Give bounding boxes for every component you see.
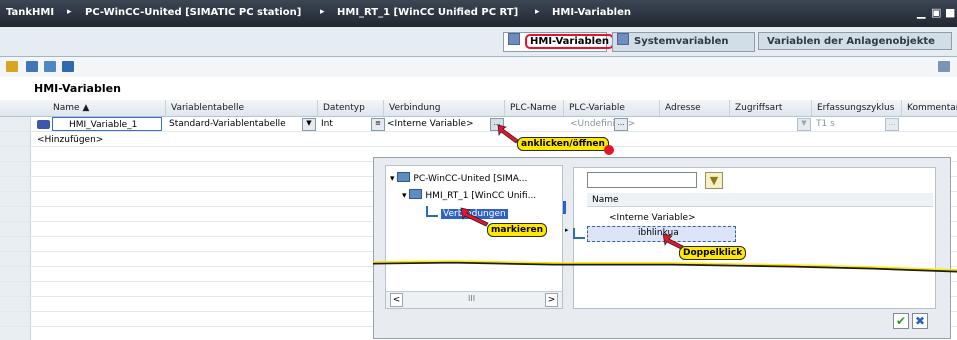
hmi-device-icon bbox=[409, 189, 423, 199]
breadcrumb-device[interactable]: HMI_RT_1 [WinCC Unified PC RT] bbox=[337, 7, 518, 18]
callout-mark: markieren bbox=[487, 223, 548, 237]
editor-tabs: HMI-Variablen Systemvariablen Variablen … bbox=[0, 27, 957, 57]
tab-systemvariablen[interactable]: Systemvariablen bbox=[612, 32, 755, 52]
tab-anlagenobjekte[interactable]: Variablen der Anlagenobjekte bbox=[758, 32, 952, 50]
sort-ascending-icon: ▲ bbox=[82, 103, 90, 113]
datatype-picker-icon[interactable]: ≡ bbox=[371, 118, 385, 131]
connections-icon bbox=[426, 206, 438, 217]
red-dot-marker bbox=[604, 145, 614, 155]
breadcrumb-project[interactable]: TankHMI bbox=[6, 7, 54, 18]
pc-station-icon bbox=[397, 172, 411, 182]
row-divider bbox=[0, 131, 957, 132]
maximize-icon[interactable]: ■ bbox=[945, 6, 955, 19]
connection-item-icon bbox=[573, 228, 585, 239]
column-header-name[interactable]: Name ▲ bbox=[48, 100, 166, 116]
row-divider bbox=[0, 146, 957, 147]
arrow-pointer-icon bbox=[497, 124, 519, 144]
column-header-plc-variable[interactable]: PLC-Variable bbox=[564, 100, 660, 116]
connection-icon[interactable] bbox=[62, 61, 74, 72]
column-header-connection[interactable]: Verbindung bbox=[384, 100, 505, 116]
tree-node-device[interactable]: ▾ HMI_RT_1 [WinCC Unifi... bbox=[402, 189, 536, 201]
column-header-cycle[interactable]: Erfassungszyklus bbox=[812, 100, 902, 116]
callout-open: anklicken/öffnen bbox=[517, 137, 609, 151]
arrow-pointer-icon bbox=[460, 207, 489, 227]
breadcrumb-separator: ▸ bbox=[67, 7, 72, 17]
tear-line bbox=[373, 260, 957, 273]
connection-tree: ▾ PC-WinCC-United [SIMA... ▾ HMI_RT_1 [W… bbox=[385, 165, 563, 309]
filter-input[interactable] bbox=[587, 172, 697, 188]
restore-icon[interactable]: ▣ bbox=[931, 6, 941, 19]
expand-arrow-icon[interactable]: ▾ bbox=[390, 174, 395, 184]
variable-icon bbox=[37, 120, 50, 129]
dropdown-arrow-icon[interactable]: ▼ bbox=[797, 118, 811, 131]
tab-hmi-variablen[interactable]: HMI-Variablen bbox=[503, 32, 614, 52]
panel-toggle-icon[interactable] bbox=[938, 61, 950, 72]
tree-node-station[interactable]: ▾ PC-WinCC-United [SIMA... bbox=[390, 172, 527, 184]
column-header-access[interactable]: Zugriffsart bbox=[730, 100, 812, 116]
variable-name-field[interactable]: HMI_Variable_1 bbox=[52, 117, 162, 131]
expand-arrow-icon[interactable]: ▾ bbox=[402, 191, 407, 201]
add-row[interactable]: <Hinzufügen> bbox=[37, 133, 103, 147]
export-icon[interactable] bbox=[44, 61, 56, 72]
minimize-icon[interactable]: ▁ bbox=[917, 6, 925, 19]
scroll-right-icon[interactable]: > bbox=[545, 293, 558, 307]
filter-icon[interactable]: ▼ bbox=[705, 172, 723, 189]
breadcrumb-separator: ▸ bbox=[320, 7, 325, 17]
cycle-cell: T1 s bbox=[816, 119, 835, 129]
plc-variable-browse-button[interactable]: ... bbox=[614, 118, 628, 131]
column-header-plc-name[interactable]: PLC-Name bbox=[505, 100, 564, 116]
splitter-arrow-icon[interactable]: ▸ bbox=[565, 226, 569, 234]
arrow-pointer-icon bbox=[662, 233, 684, 250]
connection-cell: <Interne Variable> bbox=[387, 119, 474, 129]
table-icon bbox=[617, 33, 629, 45]
scrollbar-thumb[interactable]: III bbox=[468, 294, 475, 303]
confirm-check-icon[interactable]: ✔ bbox=[893, 313, 909, 329]
cycle-browse-button[interactable]: ... bbox=[885, 118, 899, 131]
horizontal-scrollbar[interactable]: < III > bbox=[386, 291, 562, 308]
connection-list: ▼ Name <Interne Variable> ibhlinkua bbox=[573, 167, 936, 309]
dropdown-arrow-icon[interactable]: ▼ bbox=[302, 118, 316, 131]
cancel-x-icon[interactable]: ✖ bbox=[912, 313, 928, 329]
add-variable-icon[interactable] bbox=[6, 61, 18, 72]
column-header-datatype[interactable]: Datentyp bbox=[318, 100, 384, 116]
import-icon[interactable] bbox=[26, 61, 38, 72]
scroll-left-icon[interactable]: < bbox=[390, 293, 403, 307]
datatype-cell: Int bbox=[321, 119, 333, 129]
splitter-marker bbox=[563, 201, 566, 214]
title-bar: TankHMI ▸ PC-WinCC-United [SIMATIC PC st… bbox=[0, 0, 957, 27]
list-header-name[interactable]: Name bbox=[587, 193, 933, 207]
variable-table-cell: Standard-Variablentabelle bbox=[169, 119, 286, 129]
table-icon bbox=[508, 33, 520, 45]
breadcrumb-separator: ▸ bbox=[535, 7, 540, 17]
column-header-table[interactable]: Variablentabelle bbox=[166, 100, 318, 116]
row-selector-column bbox=[0, 117, 31, 340]
breadcrumb-current: HMI-Variablen bbox=[552, 7, 631, 18]
page-title: HMI-Variablen bbox=[34, 82, 121, 95]
column-header-comment[interactable]: Kommentar bbox=[902, 100, 957, 116]
column-header-address[interactable]: Adresse bbox=[660, 100, 730, 116]
breadcrumb-station[interactable]: PC-WinCC-United [SIMATIC PC station] bbox=[85, 7, 301, 18]
list-item-internal[interactable]: <Interne Variable> bbox=[609, 213, 696, 223]
toolbar bbox=[0, 57, 957, 77]
